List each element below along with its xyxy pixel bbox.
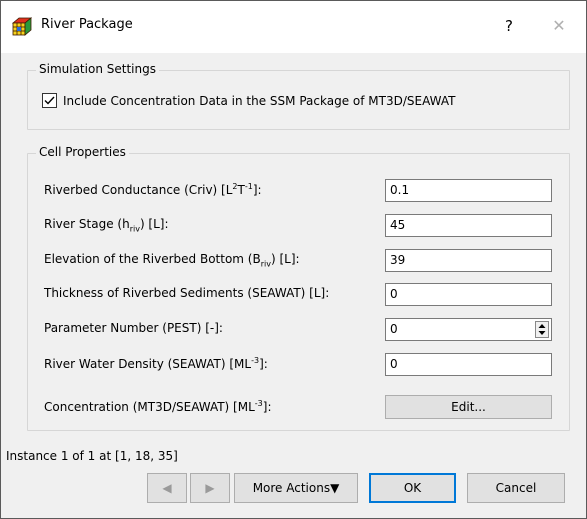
ssm-checkbox-row[interactable]: Include Concentration Data in the SSM Pa… (42, 93, 455, 108)
help-button[interactable]: ? (495, 15, 523, 37)
cancel-button[interactable]: Cancel (467, 473, 565, 503)
parameter-number-spinbox[interactable]: 0 (385, 318, 552, 341)
previous-instance-button[interactable]: ◀ (147, 473, 187, 503)
close-button[interactable]: ✕ (545, 15, 573, 37)
river-stage-label: River Stage (hriv) [L]: (44, 217, 169, 234)
water-density-input[interactable]: 0 (385, 353, 552, 376)
cell-properties-group: Cell Properties Riverbed Conductance (Cr… (27, 145, 570, 431)
river-package-dialog: River Package ? ✕ Simulation Settings In… (0, 0, 587, 519)
app-grid-icon (11, 15, 33, 37)
simulation-settings-title: Simulation Settings (36, 62, 159, 76)
parameter-number-label: Parameter Number (PEST) [-]: (44, 321, 223, 335)
window-title: River Package (41, 17, 133, 32)
ssm-checkbox-label: Include Concentration Data in the SSM Pa… (63, 93, 456, 108)
ssm-concentration-checkbox[interactable] (42, 93, 57, 108)
ok-button[interactable]: OK (369, 473, 456, 503)
riverbed-conductance-label: Riverbed Conductance (Criv) [L2T-1]: (44, 182, 262, 197)
water-density-label: River Water Density (SEAWAT) [ML-3]: (44, 356, 268, 371)
riverbed-bottom-input[interactable]: 39 (385, 249, 552, 272)
parameter-number-value[interactable]: 0 (390, 322, 398, 336)
checkmark-icon (44, 96, 55, 105)
concentration-edit-button[interactable]: Edit... (385, 395, 552, 419)
sediment-thickness-input[interactable]: 0 (385, 283, 552, 306)
simulation-settings-group: Simulation Settings Include Concentratio… (27, 62, 570, 130)
next-instance-button[interactable]: ▶ (190, 473, 230, 503)
more-actions-button[interactable]: More Actions▼ (234, 473, 358, 503)
spin-updown-icon[interactable] (535, 321, 549, 338)
riverbed-conductance-input[interactable]: 0.1 (385, 179, 552, 202)
sediment-thickness-label: Thickness of Riverbed Sediments (SEAWAT)… (44, 286, 330, 300)
title-bar: River Package ? ✕ (1, 1, 586, 53)
cell-properties-title: Cell Properties (36, 145, 129, 159)
instance-status: Instance 1 of 1 at [1, 18, 35] (6, 449, 178, 463)
concentration-label: Concentration (MT3D/SEAWAT) [ML-3]: (44, 399, 272, 414)
riverbed-bottom-label: Elevation of the Riverbed Bottom (Briv) … (44, 252, 300, 269)
river-stage-input[interactable]: 45 (385, 214, 552, 237)
